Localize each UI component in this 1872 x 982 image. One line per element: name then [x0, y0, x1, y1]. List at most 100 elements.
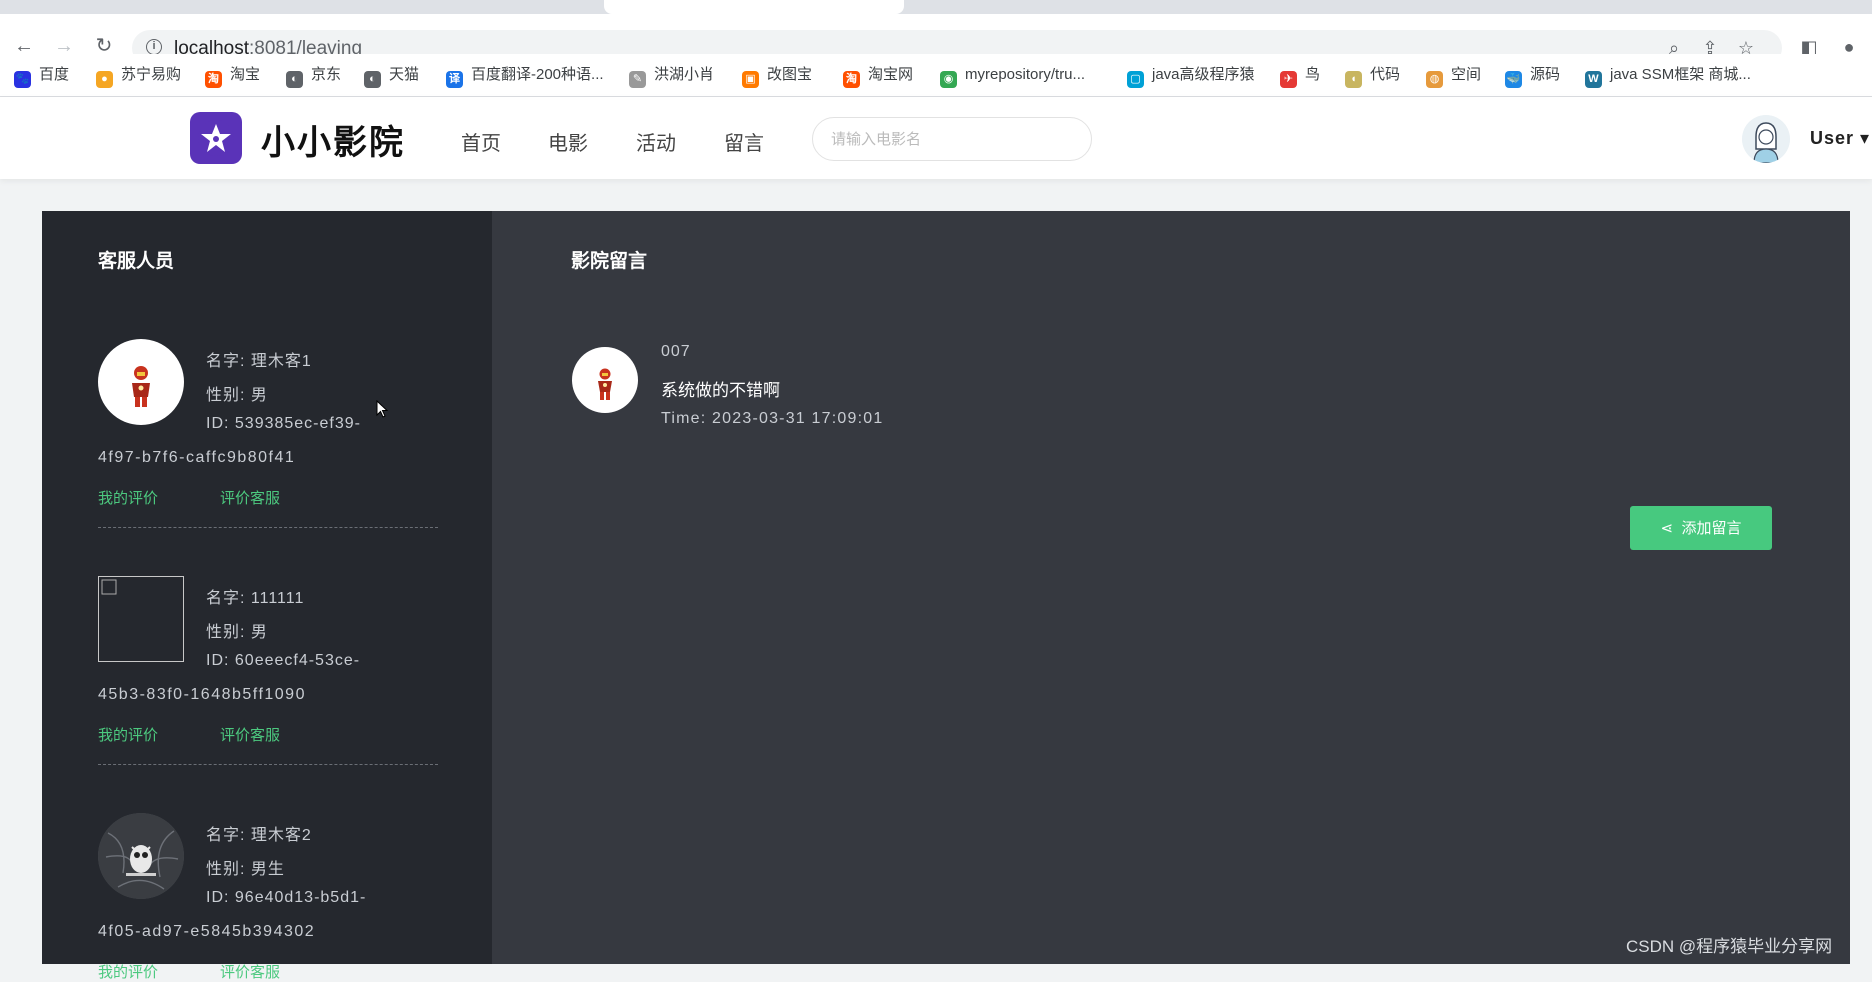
bookmark-favicon-icon: 🐾 [14, 71, 31, 88]
staff-avatar-owl [98, 813, 184, 899]
divider [98, 527, 438, 528]
staff-gender: 性别: 男生 [206, 861, 285, 878]
user-label: User [1810, 128, 1855, 148]
staff-avatar-broken-image [98, 576, 184, 662]
bookmark-favicon-icon: W [1585, 71, 1602, 88]
bookmark-favicon-icon: ✈ [1280, 71, 1297, 88]
bookmark-label: 百度翻译-200种语... [471, 66, 604, 83]
staff-avatar-ironman [98, 339, 184, 425]
messages-panel-title: 影院留言 [571, 251, 648, 272]
bookmark-item[interactable]: ▢ java高级程序猿 [1127, 64, 1255, 88]
bookmark-favicon-icon: ◉ [940, 71, 957, 88]
message-text: 系统做的不错啊 [661, 381, 780, 400]
rate-staff-link[interactable]: 评价客服 [220, 961, 280, 982]
rate-staff-link[interactable]: 评价客服 [220, 724, 280, 745]
bookmark-item[interactable]: ◉ myrepository/tru... [940, 64, 1085, 88]
bookmark-item[interactable]: ◐ 京东 [286, 64, 342, 88]
bookmarks-bar: 🐾 百度 ● 苏宁易购淘淘宝 ◐ 京东 ◐ 天猫译百度翻译-200种语... ✎ 洪湖小肖 ▣ 改图宝… [0, 54, 1872, 97]
bookmark-favicon-icon: 🐳 [1505, 71, 1522, 88]
bookmark-favicon-icon: ▣ [742, 71, 759, 88]
bookmark-label: 百度 [39, 66, 70, 83]
staff-panel-title: 客服人员 [98, 251, 175, 272]
message-avatar [572, 347, 638, 413]
user-avatar[interactable] [1742, 115, 1790, 163]
user-menu[interactable]: User ▾ [1810, 128, 1870, 149]
staff-card: 名字: 理木客2 性别: 男生 ID: 96e40d13-b5d1- 4f05-… [98, 813, 438, 981]
bookmark-favicon-icon: ◐ [286, 71, 303, 88]
staff-name: 名字: 111111 [206, 590, 305, 607]
bookmark-label: 源码 [1530, 66, 1561, 83]
staff-card: 名字: 111111 性别: 男 ID: 60eeecf4-53ce- 45b3… [98, 576, 438, 765]
bookmark-favicon-icon: ◖ [1345, 71, 1362, 88]
rate-staff-link[interactable]: 评价客服 [220, 487, 280, 508]
staff-id-cont: 4f05-ad97-e5845b394302 [98, 923, 316, 940]
bookmark-label: java SSM框架 商城... [1610, 66, 1751, 83]
staff-gender: 性别: 男 [206, 387, 268, 404]
bookmark-favicon-icon: ◐ [364, 71, 381, 88]
bookmark-item[interactable]: ▣ 改图宝 [742, 64, 813, 88]
staff-gender: 性别: 男 [206, 624, 268, 641]
bookmark-label: 天猫 [389, 66, 420, 83]
staff-id-cont: 4f97-b7f6-caffc9b80f41 [98, 449, 296, 466]
message-time: Time: 2023-03-31 17:09:01 [661, 410, 884, 427]
messages-panel: 影院留言 [492, 211, 1850, 964]
bookmark-item[interactable]: 淘淘宝 [205, 64, 261, 88]
bookmark-item[interactable]: 🐾 百度 [14, 64, 70, 88]
bookmark-item[interactable]: Wjava SSM框架 商城... [1585, 64, 1751, 88]
staff-panel: 客服人员 名字: 理木客1 性别: 男 ID: 539385ec-ef39- 4… [42, 211, 492, 981]
bookmark-item[interactable]: ✎ 洪湖小肖 [629, 64, 715, 88]
bookmark-item[interactable]: ◖ 代码 [1345, 64, 1401, 88]
bookmark-favicon-icon: ● [96, 71, 113, 88]
my-reviews-link[interactable]: 我的评价 [98, 487, 158, 508]
site-header: 小小影院 首页 电影 活动 留言 User ▾ [0, 97, 1872, 179]
bookmark-label: 淘宝网 [868, 66, 914, 83]
bookmark-label: 鸟 [1305, 66, 1321, 83]
site-info-icon[interactable]: i [146, 39, 162, 55]
nav-movies[interactable]: 电影 [548, 127, 588, 156]
browser-toolbar: ← → ↻ i localhost:8081/leaving ⌕ ⇪ ☆ ◧ ● [0, 14, 1872, 66]
movie-search-input[interactable] [812, 117, 1092, 161]
my-reviews-link[interactable]: 我的评价 [98, 961, 158, 982]
my-reviews-link[interactable]: 我的评价 [98, 724, 158, 745]
bookmark-favicon-icon: ◍ [1426, 71, 1443, 88]
staff-id: ID: 539385ec-ef39- [206, 415, 361, 432]
active-tab[interactable] [604, 0, 904, 14]
bookmark-item[interactable]: 淘淘宝网 [843, 64, 914, 88]
nav-home[interactable]: 首页 [461, 127, 501, 156]
staff-id: ID: 96e40d13-b5d1- [206, 889, 367, 906]
add-message-label: 添加留言 [1681, 520, 1742, 537]
bookmark-item[interactable]: ◐ 天猫 [364, 64, 420, 88]
bookmark-favicon-icon: 淘 [205, 71, 222, 88]
nav-messages[interactable]: 留言 [724, 127, 764, 156]
bookmark-item[interactable]: 译百度翻译-200种语... [446, 64, 604, 88]
bookmark-favicon-icon: ✎ [629, 71, 646, 88]
staff-id-cont: 45b3-83f0-1648b5ff1090 [98, 686, 306, 703]
bookmark-label: 改图宝 [767, 66, 813, 83]
bookmark-favicon-icon: ▢ [1127, 71, 1144, 88]
bookmark-item[interactable]: ● 苏宁易购 [96, 64, 181, 88]
message-username: 007 [661, 343, 691, 360]
bookmark-item[interactable]: ✈ 鸟 [1280, 64, 1321, 88]
add-message-button[interactable]: ⋖ 添加留言 [1630, 506, 1772, 550]
staff-id: ID: 60eeecf4-53ce- [206, 652, 361, 669]
watermark: CSDN @程序猿毕业分享网 [1626, 937, 1833, 956]
site-title[interactable]: 小小影院 [261, 115, 405, 164]
staff-name: 名字: 理木客1 [206, 353, 312, 370]
bookmark-item[interactable]: ◍ 空间 [1426, 64, 1481, 88]
staff-name: 名字: 理木客2 [206, 827, 312, 844]
caret-down-icon: ▾ [1860, 128, 1871, 148]
mouse-cursor-icon [376, 400, 389, 418]
nav-events[interactable]: 活动 [636, 127, 676, 156]
bookmark-label: java高级程序猿 [1152, 66, 1255, 83]
logo-icon[interactable] [190, 112, 242, 164]
bookmark-label: 京东 [311, 66, 342, 83]
share-icon: ⋖ [1660, 520, 1674, 537]
bookmark-label: 淘宝 [230, 66, 261, 83]
browser-tab-strip [0, 0, 1872, 14]
bookmark-favicon-icon: 淘 [843, 71, 860, 88]
divider [98, 764, 438, 765]
bookmark-label: 洪湖小肖 [654, 66, 715, 83]
bookmark-label: 代码 [1370, 66, 1401, 83]
bookmark-item[interactable]: 🐳 源码 [1505, 64, 1561, 88]
bookmark-favicon-icon: 译 [446, 71, 463, 88]
